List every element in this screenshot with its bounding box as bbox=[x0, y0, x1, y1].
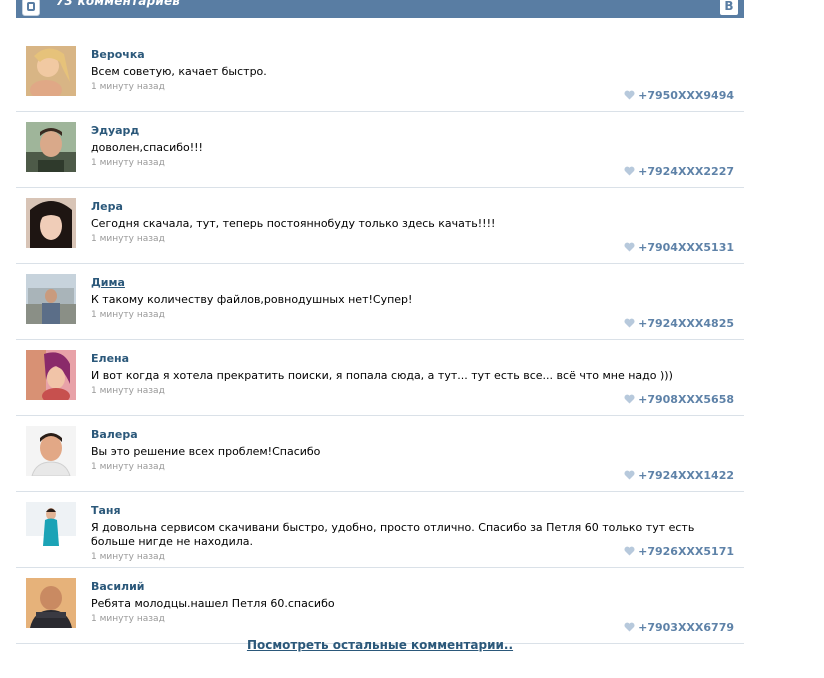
comments-widget: 73 комментариев В Верочка Всем советую, … bbox=[16, 0, 744, 652]
comment-like[interactable]: +7924XXX2227 bbox=[624, 165, 734, 178]
comment-phone: +7924XXX2227 bbox=[638, 165, 734, 178]
comment-time: 1 минуту назад bbox=[91, 386, 165, 396]
comment-like[interactable]: +7950XXX9494 bbox=[624, 89, 734, 102]
comment-author[interactable]: Елена bbox=[91, 352, 129, 365]
comment-item: Верочка Всем советую, качает быстро. 1 м… bbox=[16, 36, 744, 112]
comment-time: 1 минуту назад bbox=[91, 462, 165, 472]
comment-phone: +7908XXX5658 bbox=[638, 393, 734, 406]
comment-time: 1 минуту назад bbox=[91, 310, 165, 320]
comment-item: Василий Ребята молодцы.нашел Петля 60.сп… bbox=[16, 568, 744, 644]
comment-text: Всем советую, качает быстро. bbox=[91, 65, 267, 78]
comment-time: 1 минуту назад bbox=[91, 158, 165, 168]
more-comments: Посмотреть остальные комментарии.. bbox=[16, 638, 744, 652]
comment-author[interactable]: Лера bbox=[91, 200, 123, 213]
comment-like[interactable]: +7926XXX5171 bbox=[624, 545, 734, 558]
vk-brand-icon[interactable]: В bbox=[720, 0, 738, 15]
more-comments-link[interactable]: Посмотреть остальные комментарии.. bbox=[247, 638, 513, 652]
comment-phone: +7950XXX9494 bbox=[638, 89, 734, 102]
comment-item: Елена И вот когда я хотела прекратить по… bbox=[16, 340, 744, 416]
heart-icon bbox=[624, 90, 635, 100]
heart-icon bbox=[624, 622, 635, 632]
comment-phone: +7924XXX1422 bbox=[638, 469, 734, 482]
comment-author[interactable]: Таня bbox=[91, 504, 121, 517]
comment-like[interactable]: +7903XXX6779 bbox=[624, 621, 734, 634]
comment-time: 1 минуту назад bbox=[91, 552, 165, 562]
comment-time: 1 минуту назад bbox=[91, 82, 165, 92]
comments-count: 73 комментариев bbox=[56, 0, 181, 8]
comment-phone: +7904XXX5131 bbox=[638, 241, 734, 254]
comment-item: Эдуард доволен,спасибо!!! 1 минуту назад… bbox=[16, 112, 744, 188]
avatar[interactable] bbox=[26, 122, 76, 172]
avatar[interactable] bbox=[26, 46, 76, 96]
comment-item: Дима К такому количеству файлов,ровнодуш… bbox=[16, 264, 744, 340]
comment-author[interactable]: Василий bbox=[91, 580, 145, 593]
heart-icon bbox=[624, 318, 635, 328]
comment-phone: +7926XXX5171 bbox=[638, 545, 734, 558]
comment-text: И вот когда я хотела прекратить поиски, … bbox=[91, 369, 673, 382]
heart-icon bbox=[624, 394, 635, 404]
comment-text: Ребята молодцы.нашел Петля 60.спасибо bbox=[91, 597, 335, 610]
heart-icon bbox=[624, 470, 635, 480]
avatar[interactable] bbox=[26, 350, 76, 400]
comment-time: 1 минуту назад bbox=[91, 234, 165, 244]
comment-item: Лера Сегодня скачала, тут, теперь постоя… bbox=[16, 188, 744, 264]
heart-icon bbox=[624, 546, 635, 556]
comment-item: Валера Вы это решение всех проблем!Спаси… bbox=[16, 416, 744, 492]
heart-icon bbox=[624, 166, 635, 176]
comment-like[interactable]: +7924XXX4825 bbox=[624, 317, 734, 330]
comment-text: Я довольна сервисом скачивани быстро, уд… bbox=[91, 521, 695, 548]
comment-like[interactable]: +7908XXX5658 bbox=[624, 393, 734, 406]
comment-time: 1 минуту назад bbox=[91, 614, 165, 624]
comment-text: Сегодня скачала, тут, теперь постояннобу… bbox=[91, 217, 496, 230]
avatar[interactable] bbox=[26, 198, 76, 248]
avatar[interactable] bbox=[26, 426, 76, 476]
avatar[interactable] bbox=[26, 578, 76, 628]
comment-item: Таня Я довольна сервисом скачивани быстр… bbox=[16, 492, 744, 568]
widget-header: 73 комментариев В bbox=[16, 0, 744, 18]
comment-like[interactable]: +7904XXX5131 bbox=[624, 241, 734, 254]
comment-author[interactable]: Валера bbox=[91, 428, 138, 441]
comment-phone: +7924XXX4825 bbox=[638, 317, 734, 330]
heart-icon bbox=[624, 242, 635, 252]
comment-text: доволен,спасибо!!! bbox=[91, 141, 203, 154]
comment-text: Вы это решение всех проблем!Спасибо bbox=[91, 445, 321, 458]
vk-logo-icon bbox=[22, 0, 40, 16]
comment-text: К такому количеству файлов,ровнодушных н… bbox=[91, 293, 413, 306]
comment-author[interactable]: Дима bbox=[91, 276, 125, 289]
comment-phone: +7903XXX6779 bbox=[638, 621, 734, 634]
comment-author[interactable]: Верочка bbox=[91, 48, 145, 61]
avatar[interactable] bbox=[26, 502, 76, 552]
avatar[interactable] bbox=[26, 274, 76, 324]
comment-author[interactable]: Эдуард bbox=[91, 124, 139, 137]
comment-like[interactable]: +7924XXX1422 bbox=[624, 469, 734, 482]
